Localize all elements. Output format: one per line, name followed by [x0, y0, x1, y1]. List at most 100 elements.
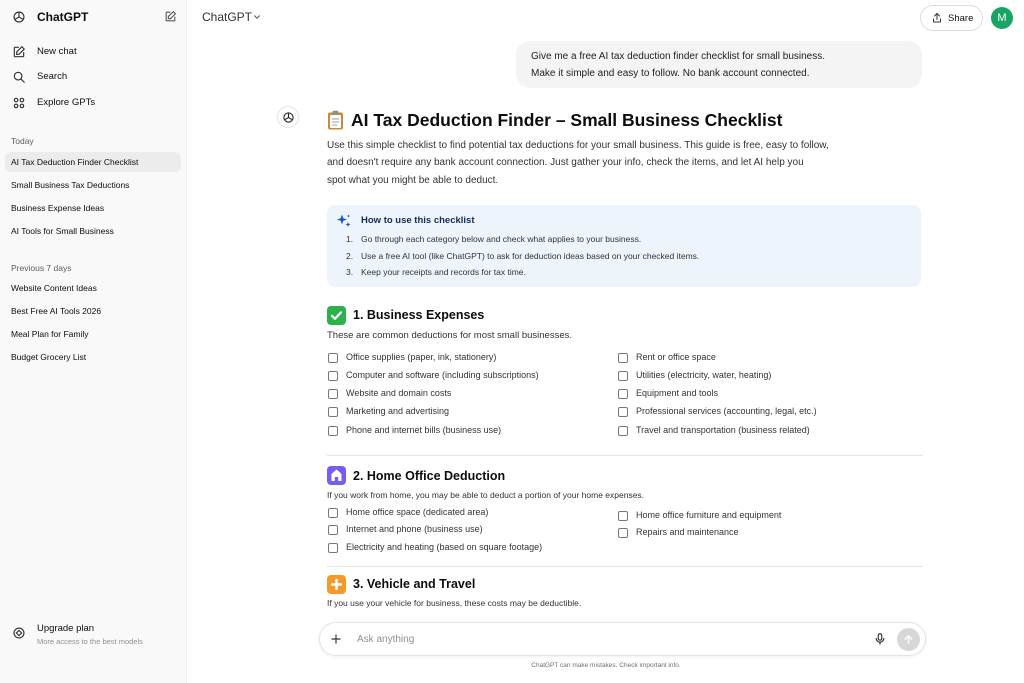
history-item-label: Budget Grocery List: [11, 352, 87, 362]
checklist-item-label: Rent or office space: [636, 352, 716, 362]
history-item-label: AI Tools for Small Business: [11, 226, 114, 236]
intro-line: spot what you might be able to deduct.: [327, 175, 499, 186]
home-badge-icon: [327, 466, 346, 485]
checkbox[interactable]: [328, 389, 338, 399]
history-item[interactable]: Meal Plan for Family: [5, 324, 181, 344]
history-item[interactable]: Small Business Tax Deductions: [5, 175, 181, 195]
history-item[interactable]: Website Content Ideas: [5, 278, 181, 298]
model-selector[interactable]: ChatGPT: [202, 10, 252, 24]
history-item[interactable]: AI Tax Deduction Finder Checklist: [5, 152, 181, 172]
section-title: 3. Vehicle and Travel: [353, 577, 476, 591]
howto-step-text: Keep your receipts and records for tax t…: [361, 267, 526, 277]
openai-logo-icon: [283, 112, 294, 123]
intro-line: and doesn't require any bank account con…: [327, 157, 804, 168]
howto-callout: How to use this checklist 1. Go through e…: [327, 205, 921, 287]
search-icon: [13, 71, 25, 83]
sidebar-new-chat-label: New chat: [37, 46, 77, 57]
openai-logo-icon[interactable]: [12, 10, 26, 24]
disclaimer: ChatGPT can make mistakes. Check importa…: [531, 662, 681, 669]
sidebar-explore-label: Explore GPTs: [37, 97, 96, 108]
history-item[interactable]: AI Tools for Small Business: [5, 221, 181, 241]
checklist-item-label: Home office space (dedicated area): [346, 507, 489, 517]
history-item-label: AI Tax Deduction Finder Checklist: [11, 157, 139, 167]
user-message-line: Give me a free AI tax deduction finder c…: [531, 51, 826, 62]
checkbox[interactable]: [618, 511, 628, 521]
composer: [319, 622, 926, 656]
share-icon: [933, 12, 941, 23]
share-label: Share: [948, 13, 974, 24]
clipboard-icon: [328, 110, 343, 130]
checklist-item-label: Computer and software (including subscri…: [346, 370, 539, 380]
sidebar-header: ChatGPT: [0, 0, 187, 36]
howto-step-text: Use a free AI tool (like ChatGPT) to ask…: [361, 251, 700, 261]
checkbox[interactable]: [618, 371, 628, 381]
upgrade-plan-subtitle: More access to the best models: [37, 637, 143, 646]
checkbox[interactable]: [328, 543, 338, 553]
history-item[interactable]: Budget Grocery List: [5, 347, 181, 367]
checklist-item-label: Office supplies (paper, ink, stationery): [346, 352, 497, 362]
microphone-icon[interactable]: [873, 632, 887, 646]
sidebar-search-label: Search: [37, 71, 68, 82]
history-item[interactable]: Business Expense Ideas: [5, 198, 181, 218]
plus-icon[interactable]: [329, 632, 343, 646]
checklist-item-label: Marketing and advertising: [346, 406, 450, 416]
checklist-item-label: Website and domain costs: [346, 388, 452, 398]
sidebar-explore-gpts[interactable]: Explore GPTs: [0, 92, 187, 114]
checkbox[interactable]: [618, 353, 628, 363]
sidebar-search[interactable]: Search: [0, 66, 187, 88]
section-subtitle: These are common deductions for most sma…: [327, 330, 572, 341]
intro-line: Use this simple checklist to find potent…: [327, 140, 829, 151]
plus-badge-icon: [327, 575, 346, 594]
avatar[interactable]: M: [991, 7, 1013, 29]
upgrade-plan-button[interactable]: Upgrade plan More access to the best mod…: [0, 618, 187, 652]
sidebar: ChatGPT New chat Search Explore GPTs Tod…: [0, 0, 187, 683]
checklist-item-label: Internet and phone (business use): [346, 524, 483, 534]
history-item-label: Website Content Ideas: [11, 283, 97, 293]
checkbox[interactable]: [328, 508, 338, 518]
section-divider: [327, 455, 923, 456]
assistant-avatar: [277, 106, 299, 128]
user-message-bubble: Give me a free AI tax deduction finder c…: [516, 41, 922, 88]
checklist-item-label: Repairs and maintenance: [636, 527, 739, 537]
checklist-item-label: Professional services (accounting, legal…: [636, 406, 817, 416]
checkbox[interactable]: [328, 371, 338, 381]
grid-icon: [13, 97, 25, 109]
howto-step: 1. Go through each category below and che…: [346, 234, 642, 244]
howto-step: 2. Use a free AI tool (like ChatGPT) to a…: [346, 251, 700, 261]
section-subtitle: If you use your vehicle for business, th…: [327, 598, 582, 608]
howto-title: How to use this checklist: [361, 215, 475, 226]
checkbox[interactable]: [328, 426, 338, 436]
section-title: 2. Home Office Deduction: [353, 469, 506, 483]
app-title[interactable]: ChatGPT: [37, 10, 88, 24]
section-label-previous: Previous 7 days: [11, 263, 72, 273]
checklist-item-label: Travel and transportation (business rela…: [636, 425, 810, 435]
howto-step-text: Go through each category below and check…: [361, 234, 642, 244]
section-subtitle: If you work from home, you may be able t…: [327, 490, 645, 500]
send-button[interactable]: [897, 628, 920, 651]
checklist-item-label: Phone and internet bills (business use): [346, 425, 502, 435]
upgrade-icon: [13, 627, 25, 639]
sparkle-icon: [337, 214, 351, 227]
checkbox[interactable]: [328, 407, 338, 417]
message-input[interactable]: [357, 631, 837, 647]
checklist-item-label: Utilities (electricity, water, heating): [636, 370, 772, 380]
history-item[interactable]: Best Free AI Tools 2026: [5, 301, 181, 321]
upgrade-plan-title: Upgrade plan: [37, 623, 95, 634]
checkbox[interactable]: [618, 389, 628, 399]
checklist-item-label: Home office furniture and equipment: [636, 510, 782, 520]
checkbox[interactable]: [328, 353, 338, 363]
checkbox[interactable]: [618, 528, 628, 538]
history-item-label: Small Business Tax Deductions: [11, 180, 130, 190]
howto-step: 3. Keep your receipts and records for tax…: [346, 267, 526, 277]
arrow-up-icon: [904, 635, 913, 644]
sidebar-new-chat[interactable]: New chat: [0, 41, 187, 63]
chevron-down-icon[interactable]: [253, 13, 261, 21]
share-button[interactable]: Share: [920, 5, 983, 31]
response-title: AI Tax Deduction Finder – Small Business…: [351, 110, 783, 130]
new-chat-edit-icon[interactable]: [164, 10, 177, 23]
section-label-today: Today: [11, 136, 34, 146]
checklist-item-label: Electricity and heating (based on square…: [346, 542, 543, 552]
checkbox[interactable]: [618, 407, 628, 417]
checkbox[interactable]: [618, 426, 628, 436]
checkbox[interactable]: [328, 525, 338, 535]
